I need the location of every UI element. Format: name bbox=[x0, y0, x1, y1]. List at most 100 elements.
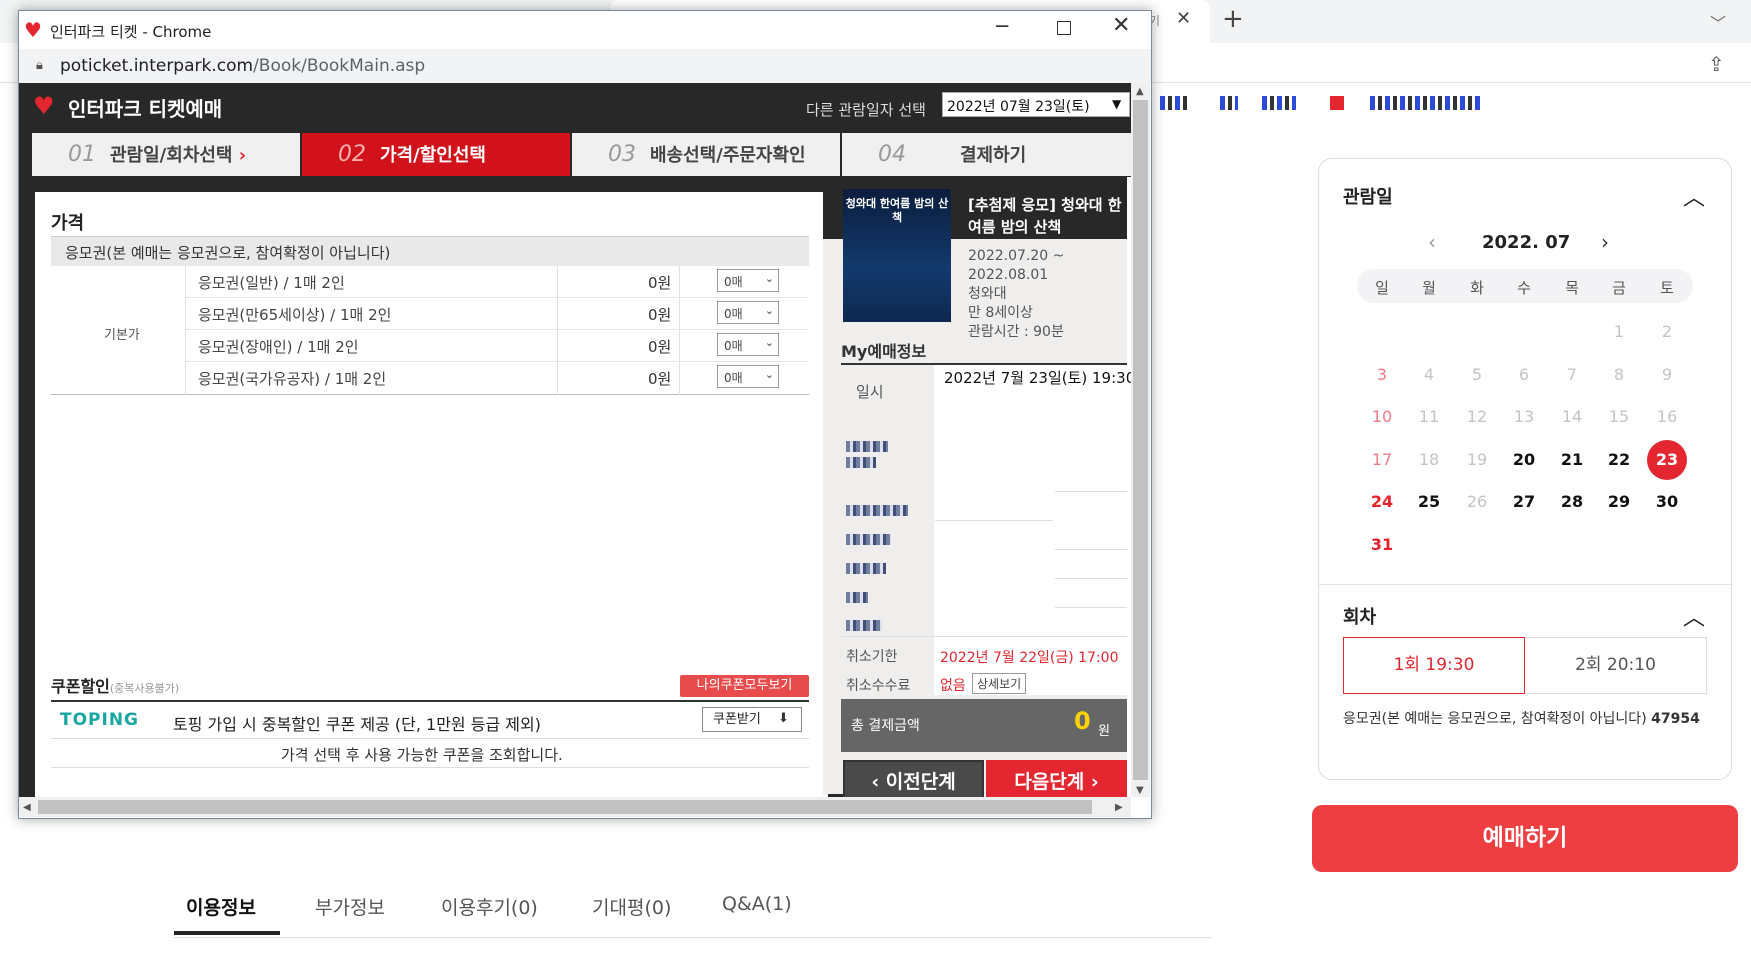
session-note-count: 47954 bbox=[1651, 711, 1700, 727]
next-step-label: 다음단계 bbox=[1014, 771, 1085, 793]
prev-step-label: 이전단계 bbox=[885, 771, 956, 793]
divider bbox=[841, 636, 1127, 637]
total-unit: 원 bbox=[1098, 724, 1110, 739]
step-number: 01 bbox=[68, 142, 96, 167]
cancel-fee-detail-button[interactable]: 상세보기 bbox=[972, 673, 1027, 694]
step-label: 관람일/회차선택 bbox=[110, 145, 233, 166]
redacted-row bbox=[846, 592, 868, 603]
show-meta: 2022.07.20 ~ 2022.08.01 청와대 만 8세이상 관람시간 … bbox=[968, 247, 1064, 342]
calendar-day: 7 bbox=[1566, 365, 1578, 384]
calendar-day-selected[interactable]: 23 bbox=[1647, 440, 1687, 480]
quantity-select[interactable]: 0매 ⌄ bbox=[717, 301, 779, 324]
calendar-day: 26 bbox=[1466, 492, 1488, 511]
calendar-day[interactable]: 31 bbox=[1362, 525, 1402, 565]
session-option[interactable]: 2회 20:10 bbox=[1525, 637, 1707, 694]
total-label: 총 결제금액 bbox=[851, 718, 920, 734]
calendar-day: 3 bbox=[1376, 365, 1388, 384]
chevron-down-icon: ⌄ bbox=[764, 272, 774, 285]
new-tab-icon[interactable]: + bbox=[1222, 4, 1244, 34]
divider bbox=[51, 767, 809, 768]
chevron-up-icon[interactable]: ︿ bbox=[1683, 600, 1705, 632]
calendar-day: 6 bbox=[1518, 365, 1530, 384]
calendar-day[interactable]: 29 bbox=[1599, 482, 1639, 522]
calendar-day[interactable]: 20 bbox=[1504, 440, 1544, 480]
divider bbox=[1055, 578, 1127, 579]
vertical-scroll-thumb[interactable] bbox=[1133, 100, 1148, 780]
calendar-day[interactable]: 24 bbox=[1362, 482, 1402, 522]
quantity-select[interactable]: 0매 ⌄ bbox=[717, 269, 779, 292]
url-host: poticket.interpark.com bbox=[60, 56, 254, 76]
chevron-down-icon: ⌄ bbox=[764, 368, 774, 381]
tab-extra-info[interactable]: 부가정보 bbox=[315, 893, 385, 920]
share-icon[interactable]: ⇪ bbox=[1708, 52, 1725, 76]
divider bbox=[1055, 607, 1127, 608]
calendar-day: 2 bbox=[1661, 322, 1673, 341]
tab-expectations[interactable]: 기대평(0) bbox=[592, 893, 671, 920]
redacted-bookmark bbox=[1262, 96, 1296, 110]
calendar-day[interactable]: 30 bbox=[1647, 482, 1687, 522]
horizontal-scroll-thumb[interactable] bbox=[38, 800, 1092, 814]
session-option-selected[interactable]: 1회 19:30 bbox=[1343, 637, 1525, 694]
divider bbox=[1055, 549, 1127, 550]
show-meta-line: 관람시간 : 90분 bbox=[968, 324, 1064, 340]
chevron-up-icon[interactable]: ︿ bbox=[1683, 180, 1705, 212]
calendar-day: 5 bbox=[1471, 365, 1483, 384]
minimize-icon[interactable]: ─ bbox=[996, 14, 1008, 38]
step-label: 가격/할인선택 bbox=[380, 145, 486, 166]
quantity-select[interactable]: 0매 ⌄ bbox=[717, 333, 779, 356]
coupon-title: 쿠폰할인(중복사용불가) bbox=[51, 673, 179, 697]
coupon-note: 가격 선택 후 사용 가능한 쿠폰을 조회합니다. bbox=[281, 746, 563, 764]
scroll-up-icon[interactable]: ▲ bbox=[1136, 86, 1144, 97]
calendar-day: 1 bbox=[1613, 322, 1625, 341]
calendar-day: 15 bbox=[1608, 407, 1630, 426]
book-button[interactable]: 예매하기 bbox=[1312, 805, 1738, 872]
price-category: 응모권(본 예매는 응모권으로, 참여확정이 아닙니다) bbox=[65, 244, 391, 262]
scroll-right-icon[interactable]: ▶ bbox=[1115, 802, 1123, 813]
calendar-day[interactable]: 28 bbox=[1552, 482, 1592, 522]
calendar-day: 18 bbox=[1418, 450, 1440, 469]
step-1[interactable]: 01 관람일/회차선택 › bbox=[32, 133, 300, 176]
quantity-select[interactable]: 0매 ⌄ bbox=[717, 365, 779, 388]
calendar-month: 2022. 07 bbox=[1482, 232, 1571, 253]
tab-qna[interactable]: Q&A(1) bbox=[722, 893, 792, 915]
maximize-icon[interactable] bbox=[1057, 21, 1071, 35]
divider bbox=[1055, 491, 1127, 492]
close-icon[interactable]: ✕ bbox=[1112, 13, 1130, 38]
chevron-left-icon[interactable]: ‹ bbox=[1428, 230, 1436, 254]
price-value: 0원 bbox=[648, 274, 672, 292]
close-icon[interactable]: ✕ bbox=[1176, 8, 1191, 29]
other-date-select[interactable]: 2022년 07월 23일(토) bbox=[942, 92, 1130, 117]
step-number: 03 bbox=[608, 142, 636, 167]
redacted-bookmark bbox=[1160, 96, 1188, 110]
scroll-down-icon[interactable]: ▼ bbox=[1136, 785, 1144, 796]
chevron-down-icon: ⌄ bbox=[764, 336, 774, 349]
step-3[interactable]: 03 배송선택/주문자확인 bbox=[572, 133, 840, 176]
tab-info[interactable]: 이용정보 bbox=[186, 893, 256, 920]
popup-title: 인터파크 티켓 - Chrome bbox=[50, 23, 212, 41]
calendar-day[interactable]: 21 bbox=[1552, 440, 1592, 480]
weekday-label: 월 bbox=[1422, 279, 1436, 297]
redacted-row bbox=[846, 534, 891, 545]
lock-icon[interactable]: 🔒︎ bbox=[36, 58, 43, 73]
my-coupons-button[interactable]: 나의쿠폰모두보기 bbox=[680, 675, 809, 697]
redacted-bookmark bbox=[1370, 96, 1480, 110]
redacted-seat bbox=[846, 457, 876, 468]
calendar-day[interactable]: 22 bbox=[1599, 440, 1639, 480]
tab-reviews[interactable]: 이용후기(0) bbox=[441, 893, 538, 920]
redacted-bookmark bbox=[1220, 96, 1238, 110]
chevron-right-icon[interactable]: › bbox=[1601, 230, 1609, 254]
chevron-left-icon: ‹ bbox=[871, 771, 886, 793]
quantity-value: 0매 bbox=[724, 307, 743, 321]
weekday-label: 목 bbox=[1565, 279, 1579, 297]
scroll-left-icon[interactable]: ◀ bbox=[23, 802, 31, 813]
popup-url[interactable]: poticket.interpark.com/Book/BookMain.asp bbox=[60, 56, 425, 76]
calendar-day[interactable]: 27 bbox=[1504, 482, 1544, 522]
divider bbox=[51, 700, 809, 702]
step-2-active[interactable]: 02 가격/할인선택 bbox=[302, 133, 570, 176]
calendar-day[interactable]: 25 bbox=[1409, 482, 1449, 522]
step-4[interactable]: 04 결제하기 bbox=[842, 133, 1131, 176]
chevron-down-icon[interactable]: ﹀ bbox=[1710, 10, 1726, 34]
show-poster: 청와대 한여름 밤의 산책 bbox=[843, 189, 951, 322]
step-number: 02 bbox=[338, 142, 366, 167]
step-label: 결제하기 bbox=[960, 145, 1027, 166]
